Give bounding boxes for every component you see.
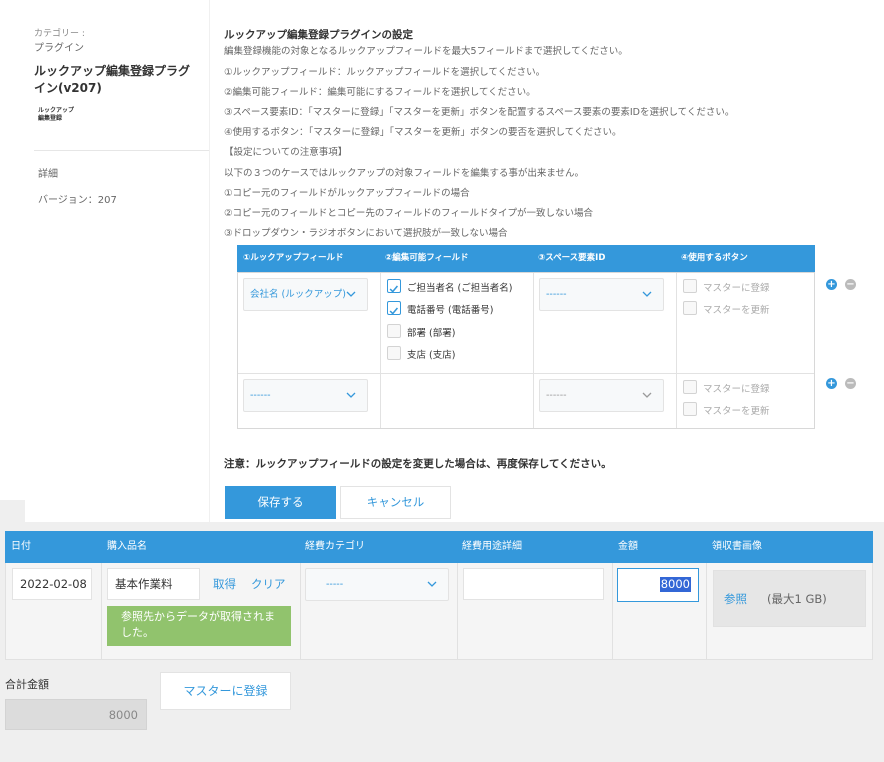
total-amount-value: 8000	[5, 699, 147, 730]
lookup-field-value: 会社名 (ルックアップ)	[250, 289, 346, 300]
chevron-down-icon	[427, 581, 437, 587]
chevron-down-icon	[642, 291, 652, 297]
max-size-label: (最大1 GB)	[767, 592, 827, 606]
sidebar-edge	[209, 0, 210, 522]
desc-line: ②コピー元のフィールドとコピー先のフィールドのフィールドタイプが一致しない場合	[224, 208, 593, 219]
register-button-checkbox[interactable]	[683, 380, 697, 394]
column-divider	[533, 273, 534, 428]
header-receipt-image: 領収書画像	[712, 541, 762, 552]
header-space-id: ③スペース要素ID	[538, 253, 606, 263]
desc-line: 編集登録機能の対象となるルックアップフィールドを最大5フィールドまで選択してくだ…	[224, 46, 628, 57]
details-link[interactable]: 詳細	[38, 165, 58, 180]
save-button[interactable]: 保存する	[225, 486, 336, 519]
expense-detail-input[interactable]	[463, 568, 604, 600]
amount-input[interactable]: 8000	[617, 568, 699, 602]
desc-line: 【設定についての注意事項】	[224, 147, 348, 158]
item-name-input[interactable]: 基本作業料	[107, 568, 200, 600]
update-button-checkbox[interactable]	[683, 301, 697, 315]
editable-field-checkbox[interactable]	[387, 279, 401, 293]
plugin-title: ルックアップ編集登録プラグイン(v207)	[34, 64, 191, 95]
desc-line: ③ドロップダウン・ラジオボタンにおいて選択肢が一致しない場合	[224, 228, 508, 239]
editable-field-checkbox[interactable]	[387, 346, 401, 360]
lookup-field-value: ------	[250, 390, 271, 401]
lookup-success-message: 参照先からデータが取得されました。	[107, 606, 291, 646]
column-divider	[706, 563, 707, 659]
update-button-checkbox[interactable]	[683, 402, 697, 416]
check-icon	[389, 307, 399, 315]
header-expense-detail: 経費用途詳細	[462, 541, 522, 552]
plugin-logo: ルックアップ 編集登録	[38, 107, 74, 123]
header-item-name: 購入品名	[107, 541, 147, 552]
editable-field-label: 部署 (部署)	[407, 328, 456, 339]
space-id-value: ------	[546, 390, 567, 401]
remove-row-icon[interactable]: −	[845, 378, 856, 389]
editable-field-label: ご担当者名 (ご担当者名)	[407, 283, 513, 294]
update-button-label: マスターを更新	[703, 406, 770, 417]
desc-line: ①コピー元のフィールドがルックアップフィールドの場合	[224, 188, 470, 199]
desc-line: 以下の３つのケースではルックアップの対象フィールドを編集する事が出来ません。	[224, 168, 585, 179]
background-strip	[0, 500, 25, 522]
header-buttons: ④使用するボタン	[681, 253, 748, 263]
fetch-link[interactable]: 取得	[213, 576, 236, 592]
clear-link[interactable]: クリア	[251, 576, 286, 592]
row-divider	[238, 373, 814, 374]
register-button-label: マスターに登録	[703, 283, 770, 294]
add-row-icon[interactable]: +	[826, 279, 837, 290]
header-editable-fields: ②編集可能フィールド	[385, 253, 469, 263]
column-divider	[612, 563, 613, 659]
lookup-field-select[interactable]: ------	[243, 379, 368, 412]
save-notice: 注意：ルックアップフィールドの設定を変更した場合は、再度保存してください。	[224, 458, 612, 470]
register-button-label: マスターに登録	[703, 384, 770, 395]
chevron-down-icon	[346, 291, 356, 297]
desc-line: ③スペース要素ID：「マスターに登録」「マスターを更新」ボタンを配置するスペース…	[224, 107, 735, 118]
space-id-value: ------	[546, 289, 567, 300]
logo-line-1: ルックアップ	[38, 107, 75, 114]
amount-value: 8000	[659, 577, 691, 592]
lookup-field-select[interactable]: 会社名 (ルックアップ)	[243, 278, 368, 311]
editable-field-checkbox[interactable]	[387, 301, 401, 315]
desc-line: ④使用するボタン：「マスターに登録」「マスターを更新」ボタンの要否を選択してくだ…	[224, 127, 622, 138]
receipt-upload-area: 参照 (最大1 GB)	[713, 570, 866, 627]
settings-title: ルックアップ編集登録プラグインの設定	[224, 29, 413, 41]
header-date: 日付	[11, 541, 31, 552]
subtable-header: 日付 購入品名 経費カテゴリ 経費用途詳細 金額 領収書画像	[5, 531, 873, 563]
expense-category-select[interactable]: -----	[305, 568, 449, 601]
register-button-checkbox[interactable]	[683, 279, 697, 293]
editable-field-label: 電話番号 (電話番号)	[407, 305, 494, 316]
logo-line-2: 編集登録	[38, 115, 63, 122]
expense-category-value: -----	[326, 579, 344, 590]
editable-field-label: 支店 (支店)	[407, 350, 456, 361]
chevron-down-icon	[346, 392, 356, 398]
add-row-icon[interactable]: +	[826, 378, 837, 389]
column-divider	[300, 563, 301, 659]
register-master-button[interactable]: マスターに登録	[160, 672, 291, 710]
column-divider	[101, 563, 102, 659]
category-label: カテゴリー :	[34, 29, 85, 39]
sidebar-divider	[34, 150, 209, 151]
column-divider	[457, 563, 458, 659]
header-expense-category: 経費カテゴリ	[305, 541, 365, 552]
version-text: バージョン：207	[38, 195, 117, 206]
column-divider	[380, 273, 381, 428]
column-divider	[676, 273, 677, 428]
chevron-down-icon	[642, 392, 652, 398]
desc-line: ①ルックアップフィールド：ルックアップフィールドを選択してください。	[224, 67, 546, 78]
space-id-select[interactable]: ------	[539, 379, 664, 412]
remove-row-icon[interactable]: −	[845, 279, 856, 290]
cancel-button[interactable]: キャンセル	[340, 486, 451, 519]
header-lookup-field: ①ルックアップフィールド	[243, 253, 344, 263]
check-icon	[389, 285, 399, 293]
desc-line: ②編集可能フィールド：編集可能にするフィールドを選択してください。	[224, 87, 536, 98]
category-value: プラグイン	[34, 43, 84, 54]
update-button-label: マスターを更新	[703, 305, 770, 316]
total-amount-label: 合計金額	[5, 678, 49, 691]
browse-link[interactable]: 参照	[724, 591, 747, 607]
space-id-select[interactable]: ------	[539, 278, 664, 311]
config-table-header: ①ルックアップフィールド ②編集可能フィールド ③スペース要素ID ④使用するボ…	[237, 245, 815, 272]
plugin-settings-page: カテゴリー : プラグイン ルックアップ編集登録プラグイン(v207) ルックア…	[0, 0, 884, 522]
date-input[interactable]: 2022-02-08	[12, 568, 92, 600]
header-amount: 金額	[618, 541, 638, 552]
editable-field-checkbox[interactable]	[387, 324, 401, 338]
